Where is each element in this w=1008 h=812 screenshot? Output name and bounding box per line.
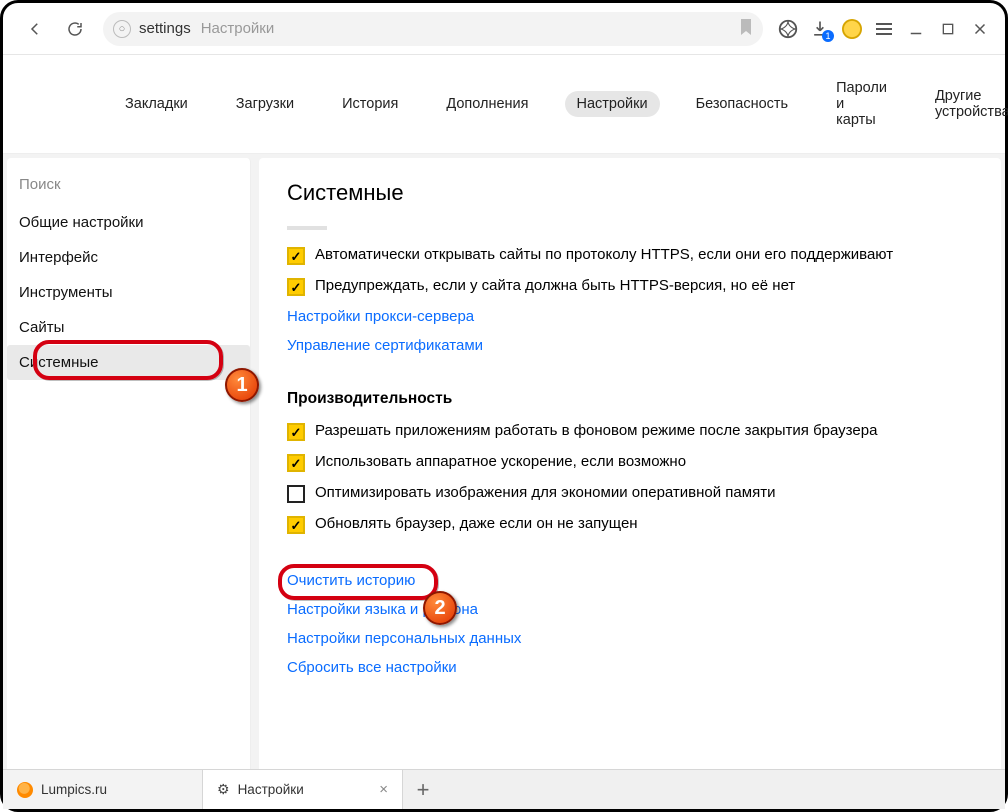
zen-icon[interactable] <box>777 18 799 40</box>
address-title: Настройки <box>201 20 275 37</box>
checkbox-hw-accel[interactable] <box>287 454 305 472</box>
downloads-badge: 1 <box>822 30 834 42</box>
page-title: Системные <box>287 180 973 206</box>
address-bar[interactable]: ○ settings Настройки <box>103 12 763 46</box>
extension-icon[interactable] <box>841 18 863 40</box>
row-optimize-img[interactable]: Оптимизировать изображения для экономии … <box>287 478 973 509</box>
subheading-performance: Производительность <box>287 390 973 408</box>
downloads-icon[interactable]: 1 <box>809 18 831 40</box>
subnav-passwords[interactable]: Пароли и карты <box>824 75 899 133</box>
tab-label: Настройки <box>238 782 304 797</box>
label-bg-apps: Разрешать приложениям работать в фоновом… <box>315 422 877 439</box>
sidebar-search[interactable]: Поиск <box>7 162 250 205</box>
section-divider <box>287 226 327 230</box>
browser-toolbar: ○ settings Настройки 1 <box>3 3 1005 55</box>
window-minimize-button[interactable] <box>905 18 927 40</box>
row-https-auto[interactable]: Автоматически открывать сайты по протоко… <box>287 240 973 271</box>
subnav-settings[interactable]: Настройки <box>565 91 660 117</box>
subnav-history[interactable]: История <box>330 91 410 117</box>
link-reset-all[interactable]: Сбросить все настройки <box>287 653 973 682</box>
settings-main: Системные Автоматически открывать сайты … <box>259 158 1001 800</box>
subnav-security[interactable]: Безопасность <box>684 91 801 117</box>
tab-lumpics[interactable]: Lumpics.ru <box>3 770 203 809</box>
checkbox-https-warn[interactable] <box>287 278 305 296</box>
link-cert-management[interactable]: Управление сертификатами <box>287 331 973 360</box>
tab-close-icon[interactable]: × <box>379 781 388 798</box>
row-update-browser[interactable]: Обновлять браузер, даже если он не запущ… <box>287 509 973 540</box>
window-close-button[interactable] <box>969 18 991 40</box>
tab-label: Lumpics.ru <box>41 782 107 797</box>
link-personal-data[interactable]: Настройки персональных данных <box>287 624 973 653</box>
favicon-lumpics <box>17 782 33 798</box>
tab-bar: Lumpics.ru ⚙ Настройки × + <box>3 769 1005 809</box>
link-proxy-settings[interactable]: Настройки прокси-сервера <box>287 302 973 331</box>
label-https-auto: Автоматически открывать сайты по протоко… <box>315 246 893 263</box>
settings-subnav: Закладки Загрузки История Дополнения Нас… <box>3 55 1005 154</box>
new-tab-button[interactable]: + <box>403 770 443 809</box>
sidebar-item-tools[interactable]: Инструменты <box>7 275 250 310</box>
label-optimize-img: Оптимизировать изображения для экономии … <box>315 484 775 501</box>
row-hw-accel[interactable]: Использовать аппаратное ускорение, если … <box>287 447 973 478</box>
window-maximize-button[interactable] <box>937 18 959 40</box>
link-lang-region[interactable]: Настройки языка и региона <box>287 595 973 624</box>
subnav-bookmarks[interactable]: Закладки <box>113 91 200 117</box>
reload-button[interactable] <box>57 11 93 47</box>
checkbox-https-auto[interactable] <box>287 247 305 265</box>
row-https-warn[interactable]: Предупреждать, если у сайта должна быть … <box>287 271 973 302</box>
checkbox-optimize-img[interactable] <box>287 485 305 503</box>
bookmark-icon[interactable] <box>739 18 753 39</box>
sidebar-item-system[interactable]: Системные <box>7 345 250 380</box>
sidebar-item-general[interactable]: Общие настройки <box>7 205 250 240</box>
link-clear-history[interactable]: Очистить историю <box>287 566 973 595</box>
subnav-devices[interactable]: Другие устройства <box>923 83 1008 125</box>
favicon-settings: ⚙ <box>217 781 230 798</box>
checkbox-update-browser[interactable] <box>287 516 305 534</box>
subnav-addons[interactable]: Дополнения <box>434 91 540 117</box>
sidebar-item-interface[interactable]: Интерфейс <box>7 240 250 275</box>
settings-sidebar: Поиск Общие настройки Интерфейс Инструме… <box>7 158 251 800</box>
row-bg-apps[interactable]: Разрешать приложениям работать в фоновом… <box>287 416 973 447</box>
sidebar-item-sites[interactable]: Сайты <box>7 310 250 345</box>
label-hw-accel: Использовать аппаратное ускорение, если … <box>315 453 686 470</box>
tab-settings[interactable]: ⚙ Настройки × <box>203 770 403 809</box>
menu-button[interactable] <box>873 18 895 40</box>
back-button[interactable] <box>17 11 53 47</box>
label-update-browser: Обновлять браузер, даже если он не запущ… <box>315 515 638 532</box>
subnav-downloads[interactable]: Загрузки <box>224 91 306 117</box>
site-identity-icon: ○ <box>113 20 131 38</box>
checkbox-bg-apps[interactable] <box>287 423 305 441</box>
label-https-warn: Предупреждать, если у сайта должна быть … <box>315 277 795 294</box>
address-key: settings <box>139 20 191 37</box>
